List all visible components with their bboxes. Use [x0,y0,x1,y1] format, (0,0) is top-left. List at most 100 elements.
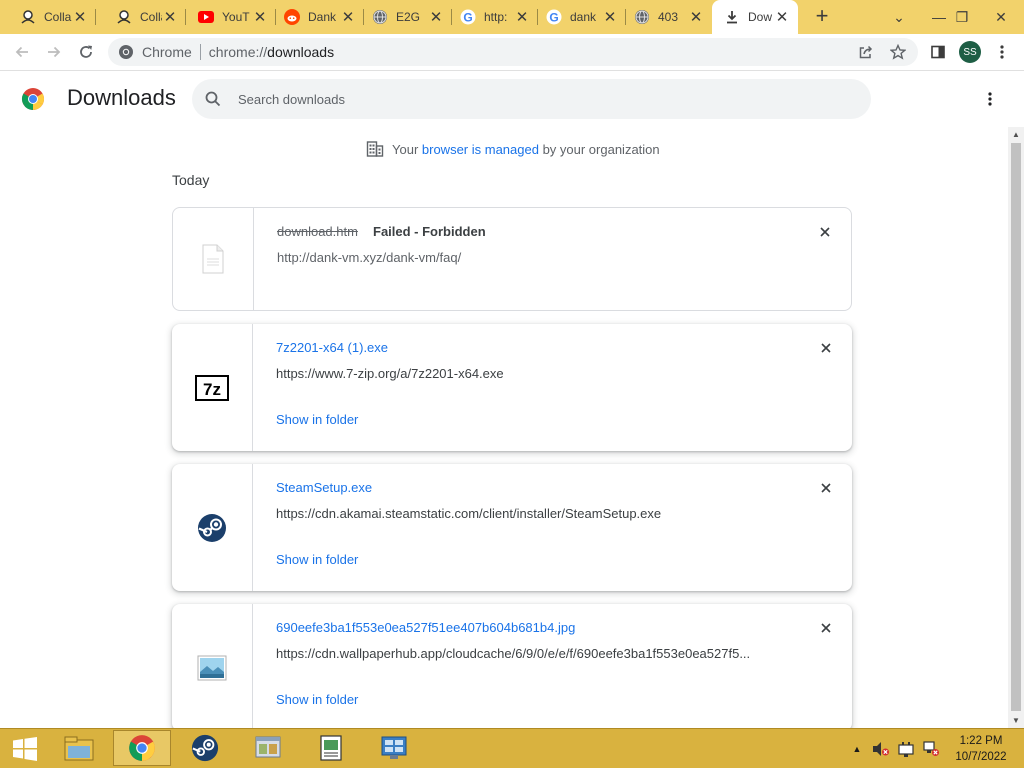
show-in-folder-link[interactable]: Show in folder [276,552,358,567]
browser-toolbar: Chrome chrome://downloads [0,34,1024,71]
taskbar-chrome[interactable] [113,730,171,766]
file-icon-column: 7z [172,324,253,451]
scrollbar-thumb[interactable] [1011,143,1021,711]
tab-youtube[interactable]: YouT ✕ [186,0,276,34]
bookmark-button[interactable] [886,40,910,64]
tab-reddit[interactable]: Dank ✕ [276,0,364,34]
download-filename-link[interactable]: 690eefe3ba1f553e0ea527f51ee407b604b681b4… [276,620,575,635]
folder-icon [64,736,94,761]
taskbar-file-explorer[interactable] [50,730,108,766]
svg-text:7z: 7z [203,380,221,399]
power-plug-icon [898,742,914,757]
vertical-scrollbar[interactable]: ▲ ▼ [1008,127,1024,728]
share-button[interactable] [854,40,878,64]
back-button[interactable] [10,40,34,64]
tab-close-icon[interactable]: ✕ [602,8,618,26]
download-filename-link[interactable]: 7z2201-x64 (1).exe [276,340,388,355]
youtube-icon [198,9,214,25]
download-url[interactable]: http://dank-vm.xyz/dank-vm/faq/ [277,250,461,265]
tab-colla-2[interactable]: Colla ✕ [96,0,186,34]
download-url[interactable]: https://www.7-zip.org/a/7z2201-x64.exe [276,366,504,381]
download-url[interactable]: https://cdn.wallpaperhub.app/cloudcache/… [276,646,750,661]
control-panel-icon [381,736,407,759]
show-in-folder-link[interactable]: Show in folder [276,692,358,707]
file-icon [202,244,224,274]
tab-close-icon[interactable]: ✕ [688,8,704,26]
network-error-icon [923,741,939,756]
taskbar-notepad[interactable] [302,730,360,766]
chrome-menu-button[interactable] [990,40,1014,64]
downloads-menu-button[interactable] [980,87,1000,111]
star-icon [890,44,906,60]
tab-close-icon[interactable]: ✕ [340,8,356,26]
tab-search-button[interactable]: ⌄ [876,0,922,34]
taskbar-control-panel[interactable] [365,730,423,766]
back-arrow-icon [15,46,28,58]
managed-notice: Your browser is managed by your organiza… [366,140,660,158]
tab-e2g[interactable]: E2G ✕ [364,0,452,34]
remove-download-button[interactable] [818,480,834,496]
power-button[interactable] [895,729,917,769]
page-title: Downloads [67,85,176,110]
forward-button[interactable] [42,40,66,64]
close-icon [821,483,831,493]
address-bar[interactable]: Chrome chrome://downloads [108,38,918,66]
profile-avatar[interactable]: SS [959,41,981,63]
side-panel-button[interactable] [926,40,950,64]
close-icon: ✕ [995,8,1007,25]
tab-colla-1[interactable]: Colla ✕ [0,0,96,34]
start-button[interactable] [0,729,50,769]
tab-dank[interactable]: G dank ✕ [538,0,626,34]
tab-close-icon[interactable]: ✕ [72,8,88,26]
url-text[interactable]: chrome://downloads [209,44,334,60]
tab-http[interactable]: G http: ✕ [452,0,538,34]
omnibox-divider [199,44,201,60]
tab-title: Colla [44,10,72,24]
remove-download-button[interactable] [818,620,834,636]
download-status: Failed - Forbidden [373,224,486,239]
scroll-up-arrow-icon[interactable]: ▲ [1012,130,1020,139]
remove-download-button[interactable] [817,224,833,240]
search-input[interactable] [236,90,840,108]
tab-close-icon[interactable]: ✕ [514,8,530,26]
steam-icon [191,734,219,762]
taskbar-steam[interactable] [176,730,234,766]
taskbar-app-manager[interactable] [239,730,297,766]
reload-icon [80,45,92,58]
tab-downloads[interactable]: Dow ✕ [712,0,798,34]
download-filename: download.htm [277,224,358,239]
tab-close-icon[interactable]: ✕ [162,8,178,26]
tab-close-icon[interactable]: ✕ [428,8,444,26]
reload-button[interactable] [74,40,98,64]
tab-403[interactable]: 403 ✕ [626,0,712,34]
tab-strip: Colla ✕ Colla ✕ YouT ✕ Dank ✕ E2G ✕ G ht… [0,0,1024,34]
remove-download-button[interactable] [818,340,834,356]
download-url[interactable]: https://cdn.akamai.steamstatic.com/clien… [276,506,661,521]
restore-button[interactable]: ❐ [944,0,980,34]
download-filename-link[interactable]: SteamSetup.exe [276,480,372,495]
show-in-folder-link[interactable]: Show in folder [276,412,358,427]
tab-close-icon[interactable]: ✕ [252,8,268,26]
volume-button[interactable] [870,729,892,769]
close-icon [821,343,831,353]
tab-title: Dank [308,10,337,24]
show-hidden-icons-button[interactable]: ▲ [850,729,864,769]
app-window-icon [255,736,281,758]
file-icon-column [173,208,254,310]
chevron-down-icon: ⌄ [893,8,905,25]
collab-icon [116,9,132,25]
search-box[interactable] [192,79,871,119]
svg-text:G: G [549,11,558,25]
managed-link[interactable]: browser is managed [422,142,539,157]
tab-close-icon[interactable]: ✕ [774,8,790,26]
scroll-down-arrow-icon[interactable]: ▼ [1012,716,1020,725]
network-button[interactable] [920,729,942,769]
globe-icon [372,9,388,25]
side-panel-icon [931,45,945,59]
close-window-button[interactable]: ✕ [978,0,1024,34]
chrome-logo-icon [22,88,44,110]
7zip-icon: 7z [195,374,229,401]
system-clock[interactable]: 1:22 PM 10/7/2022 [946,733,1016,765]
collab-icon [20,9,36,25]
new-tab-button[interactable]: + [810,5,834,29]
